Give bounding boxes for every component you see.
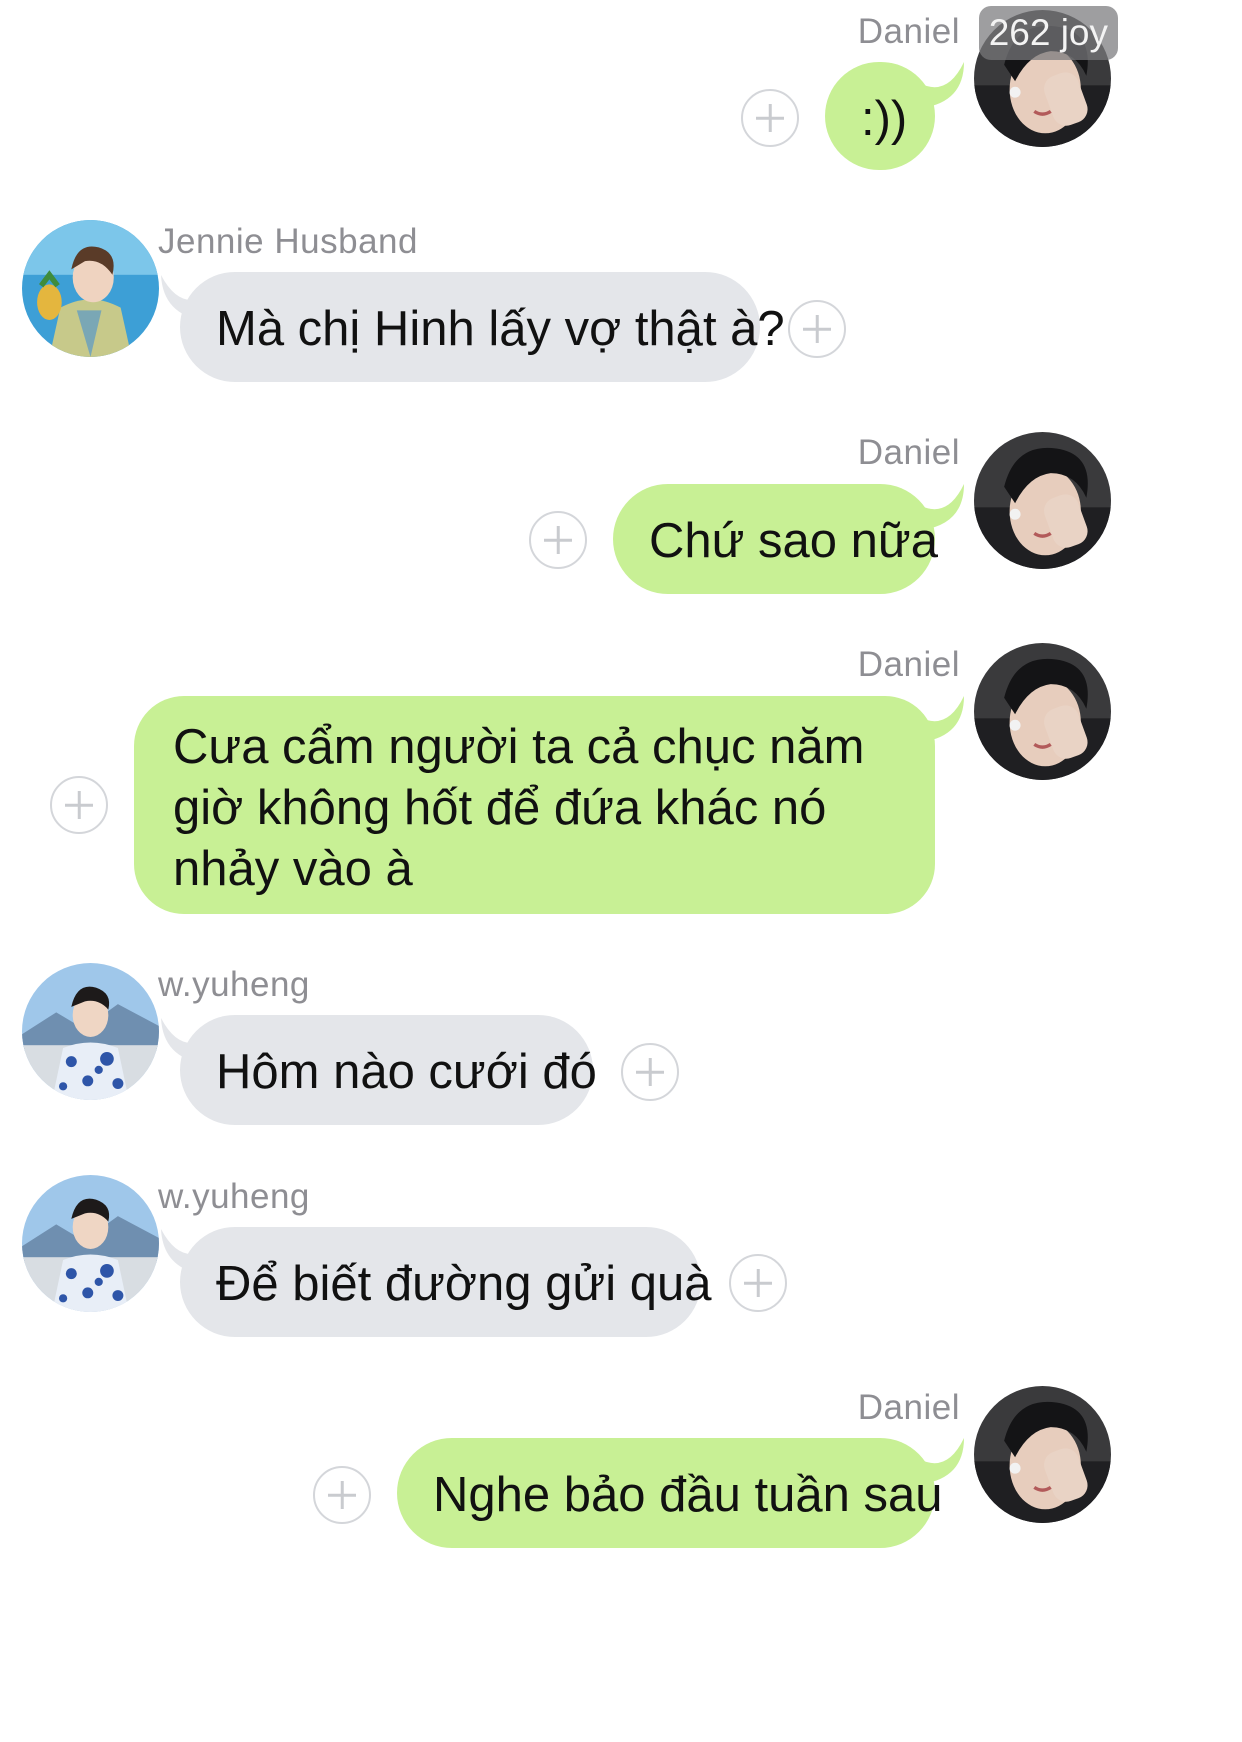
- avatar[interactable]: [974, 643, 1111, 780]
- sender-name: Daniel: [857, 645, 960, 684]
- add-reaction-button[interactable]: [621, 1043, 679, 1101]
- avatar[interactable]: [974, 432, 1111, 569]
- avatar-image: [22, 1175, 159, 1312]
- message-bubble[interactable]: Mà chị Hinh lấy vợ thật à?: [180, 272, 785, 382]
- message-bubble[interactable]: Hôm nào cưới đó: [180, 1015, 597, 1125]
- message-bubble[interactable]: Chứ sao nữa: [613, 484, 938, 594]
- add-reaction-button[interactable]: [50, 776, 108, 834]
- message-bubble[interactable]: :)): [825, 62, 935, 170]
- add-reaction-button[interactable]: [729, 1254, 787, 1312]
- message-bubble[interactable]: Để biết đường gửi quà: [180, 1227, 711, 1337]
- sender-name: Daniel: [857, 12, 960, 51]
- avatar[interactable]: [22, 1175, 159, 1312]
- sender-name: Jennie Husband: [158, 222, 418, 261]
- avatar-image: [974, 432, 1111, 569]
- add-reaction-button[interactable]: [529, 511, 587, 569]
- add-reaction-button[interactable]: [313, 1466, 371, 1524]
- avatar[interactable]: [22, 963, 159, 1100]
- sender-name: w.yuheng: [158, 965, 310, 1004]
- avatar-image: [22, 220, 159, 357]
- sender-name: Daniel: [857, 1388, 960, 1427]
- message-bubble[interactable]: Nghe bảo đầu tuần sau: [397, 1438, 942, 1548]
- avatar-image: [974, 1386, 1111, 1523]
- avatar-image: [22, 963, 159, 1100]
- message-bubble[interactable]: Cưa cẩm người ta cả chục năm giờ không h…: [134, 696, 935, 914]
- avatar[interactable]: [974, 1386, 1111, 1523]
- sender-name: w.yuheng: [158, 1177, 310, 1216]
- add-reaction-button[interactable]: [788, 300, 846, 358]
- joy-counter-badge: 262 joy: [978, 6, 1118, 60]
- avatar[interactable]: [22, 220, 159, 357]
- sender-name: Daniel: [857, 433, 960, 472]
- avatar-image: [974, 643, 1111, 780]
- add-reaction-button[interactable]: [741, 89, 799, 147]
